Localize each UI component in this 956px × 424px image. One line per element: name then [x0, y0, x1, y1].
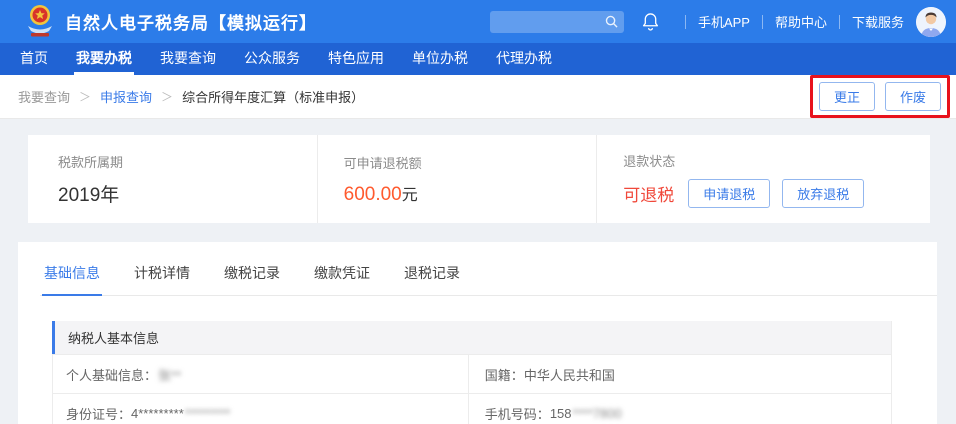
- header-search[interactable]: [490, 11, 624, 33]
- summary-card: 税款所属期 2019年 可申请退税额 600.00元 退款状态 可退税 申请退税…: [28, 135, 930, 223]
- tax-period-label: 税款所属期: [58, 152, 317, 171]
- refund-status-value: 可退税: [623, 181, 674, 206]
- tab-tax-calculation[interactable]: 计税详情: [132, 256, 192, 296]
- taxpayer-section-title: 纳税人基本信息: [52, 321, 891, 354]
- tab-refund-records[interactable]: 退税记录: [402, 256, 462, 296]
- tab-payment-records[interactable]: 缴税记录: [222, 256, 282, 296]
- phone-masked-value: ****7800: [573, 406, 622, 421]
- detail-panel: 基础信息 计税详情 缴税记录 缴款凭证 退税记录 纳税人基本信息 个人基础信息：…: [18, 242, 937, 424]
- app-title: 自然人电子税务局【模拟运行】: [65, 9, 317, 34]
- header-divider: [685, 15, 686, 29]
- table-row: 个人基础信息：张** 国籍：中华人民共和国: [53, 354, 891, 393]
- tax-period-value: 2019年: [58, 180, 317, 207]
- void-button[interactable]: 作废: [885, 82, 941, 111]
- header-divider: [839, 15, 840, 29]
- refundable-amount-unit: 元: [402, 187, 418, 204]
- mobile-app-link[interactable]: 手机APP: [698, 12, 750, 31]
- tab-basic-info[interactable]: 基础信息: [42, 256, 102, 296]
- breadcrumb-separator-icon: ＞: [161, 88, 173, 105]
- breadcrumb-separator-icon: ＞: [79, 88, 91, 105]
- phone-cell: 手机号码：158****7800: [468, 394, 891, 424]
- basic-info-label: 个人基础信息：: [66, 365, 157, 384]
- breadcrumb: 我要查询 ＞ 申报查询 ＞ 综合所得年度汇算（标准申报）: [18, 87, 364, 106]
- basic-info-cell: 个人基础信息：张**: [53, 355, 468, 393]
- notification-bell-icon[interactable]: [642, 12, 659, 31]
- phone-label: 手机号码：: [485, 404, 550, 423]
- app-header: 自然人电子税务局【模拟运行】 手机APP 帮助中心 下载服务: [0, 0, 956, 43]
- basic-info-masked-value: 张**: [158, 365, 181, 384]
- help-center-link[interactable]: 帮助中心: [775, 12, 827, 31]
- header-divider: [762, 15, 763, 29]
- nav-item-public-service[interactable]: 公众服务: [242, 43, 302, 75]
- main-nav: 首页 我要办税 我要查询 公众服务 特色应用 单位办税 代理办税: [0, 43, 956, 75]
- id-number-cell: 身份证号：4******************: [53, 394, 468, 424]
- breadcrumb-bar: 我要查询 ＞ 申报查询 ＞ 综合所得年度汇算（标准申报） 更正 作废: [0, 75, 956, 119]
- download-service-link[interactable]: 下载服务: [852, 12, 904, 31]
- nav-item-tax-handling[interactable]: 我要办税: [74, 43, 134, 75]
- id-number-masked-value: *********: [185, 406, 231, 421]
- user-avatar[interactable]: [916, 7, 946, 37]
- apply-refund-button[interactable]: 申请退税: [688, 179, 770, 208]
- correct-button[interactable]: 更正: [819, 82, 875, 111]
- nav-item-featured-apps[interactable]: 特色应用: [326, 43, 386, 75]
- nav-item-home[interactable]: 首页: [18, 43, 50, 75]
- id-number-value: 4*********: [131, 406, 184, 421]
- tab-payment-voucher[interactable]: 缴款凭证: [312, 256, 372, 296]
- nationality-cell: 国籍：中华人民共和国: [468, 355, 891, 393]
- nav-item-company-tax[interactable]: 单位办税: [410, 43, 470, 75]
- breadcrumb-current-page: 综合所得年度汇算（标准申报）: [182, 87, 364, 106]
- breadcrumb-query[interactable]: 我要查询: [18, 87, 70, 106]
- tax-bureau-logo-icon: [24, 4, 56, 40]
- refundable-amount-value: 600.00: [344, 184, 402, 205]
- id-number-label: 身份证号：: [66, 404, 131, 423]
- search-icon[interactable]: [605, 15, 618, 28]
- summary-card-area: 税款所属期 2019年 可申请退税额 600.00元 退款状态 可退税 申请退税…: [0, 119, 956, 242]
- nav-item-agent-tax[interactable]: 代理办税: [494, 43, 554, 75]
- breadcrumb-declaration-query[interactable]: 申报查询: [100, 87, 152, 106]
- refundable-amount-label: 可申请退税额: [344, 153, 597, 172]
- abandon-refund-button[interactable]: 放弃退税: [782, 179, 864, 208]
- table-row: 身份证号：4****************** 手机号码：158****780…: [53, 393, 891, 424]
- phone-value: 158: [550, 406, 572, 421]
- nationality-value: 中华人民共和国: [524, 365, 615, 384]
- nationality-label: 国籍：: [485, 365, 524, 384]
- nav-item-query[interactable]: 我要查询: [158, 43, 218, 75]
- search-input[interactable]: [496, 15, 605, 29]
- taxpayer-info-table: 纳税人基本信息 个人基础信息：张** 国籍：中华人民共和国 身份证号：4****…: [52, 321, 892, 424]
- red-annotation-box: 更正 作废: [810, 75, 950, 118]
- refund-status-label: 退款状态: [623, 151, 930, 170]
- detail-tabs: 基础信息 计税详情 缴税记录 缴款凭证 退税记录: [40, 256, 937, 296]
